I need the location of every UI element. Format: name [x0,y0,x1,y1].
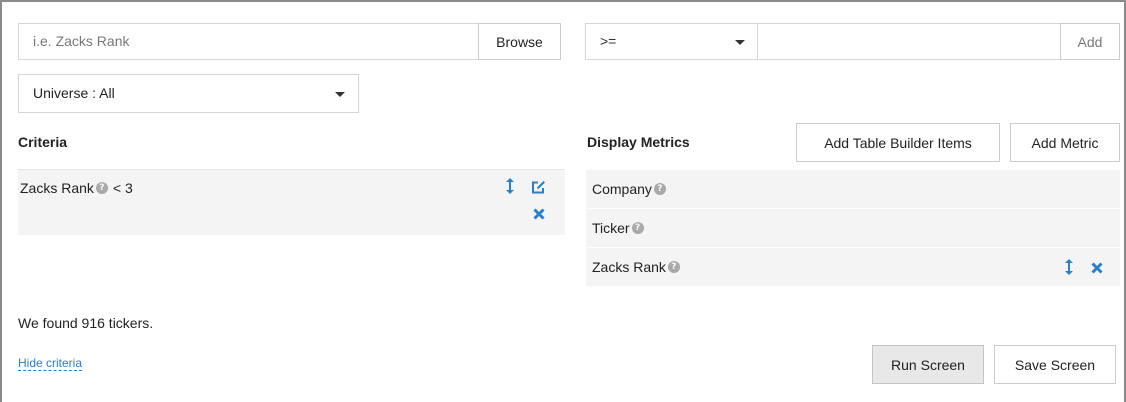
add-table-builder-button[interactable]: Add Table Builder Items [796,123,1000,162]
display-metrics-heading: Display Metrics [587,134,690,150]
help-icon[interactable]: ? [667,261,680,273]
browse-button[interactable]: Browse [478,23,561,60]
result-count-text: We found 916 tickers. [18,315,154,331]
universe-select-value: Universe : All [33,85,115,101]
metric-label: Zacks Rank ? [592,248,680,286]
metric-row: Company ? [586,170,1120,208]
criteria-item-name: Zacks Rank ? < 3 [20,180,133,196]
add-metric-button[interactable]: Add Metric [1010,123,1120,162]
metric-row: Ticker ? [586,209,1120,247]
criteria-value-text [758,33,772,49]
criteria-item: Zacks Rank ? < 3 [18,169,565,235]
help-icon[interactable]: ? [631,222,644,234]
operator-select-value: >= [600,33,617,49]
criteria-value-input[interactable] [757,23,1061,60]
metric-label: Company ? [592,170,666,208]
universe-select[interactable]: Universe : All [18,74,359,113]
edit-icon[interactable] [531,180,546,198]
operator-select[interactable]: >= [585,23,758,60]
help-icon[interactable]: ? [95,182,108,194]
move-vertical-icon[interactable] [506,178,514,197]
chevron-down-icon [735,40,745,45]
metric-row: Zacks Rank ? [586,248,1120,286]
close-icon[interactable] [533,207,545,223]
criteria-search-input[interactable]: i.e. Zacks Rank [18,23,479,60]
run-screen-button[interactable]: Run Screen [872,345,984,384]
add-criteria-button[interactable]: Add [1060,23,1120,60]
metric-label: Ticker ? [592,209,644,247]
save-screen-button[interactable]: Save Screen [994,345,1116,384]
criteria-heading: Criteria [18,134,68,150]
chevron-down-icon [335,92,345,97]
criteria-item-condition: < 3 [112,180,133,196]
close-icon[interactable] [1091,261,1103,277]
move-vertical-icon[interactable] [1065,259,1073,278]
help-icon[interactable]: ? [653,183,666,195]
criteria-search-placeholder: i.e. Zacks Rank [33,33,130,49]
hide-criteria-link[interactable]: Hide criteria [18,356,83,371]
